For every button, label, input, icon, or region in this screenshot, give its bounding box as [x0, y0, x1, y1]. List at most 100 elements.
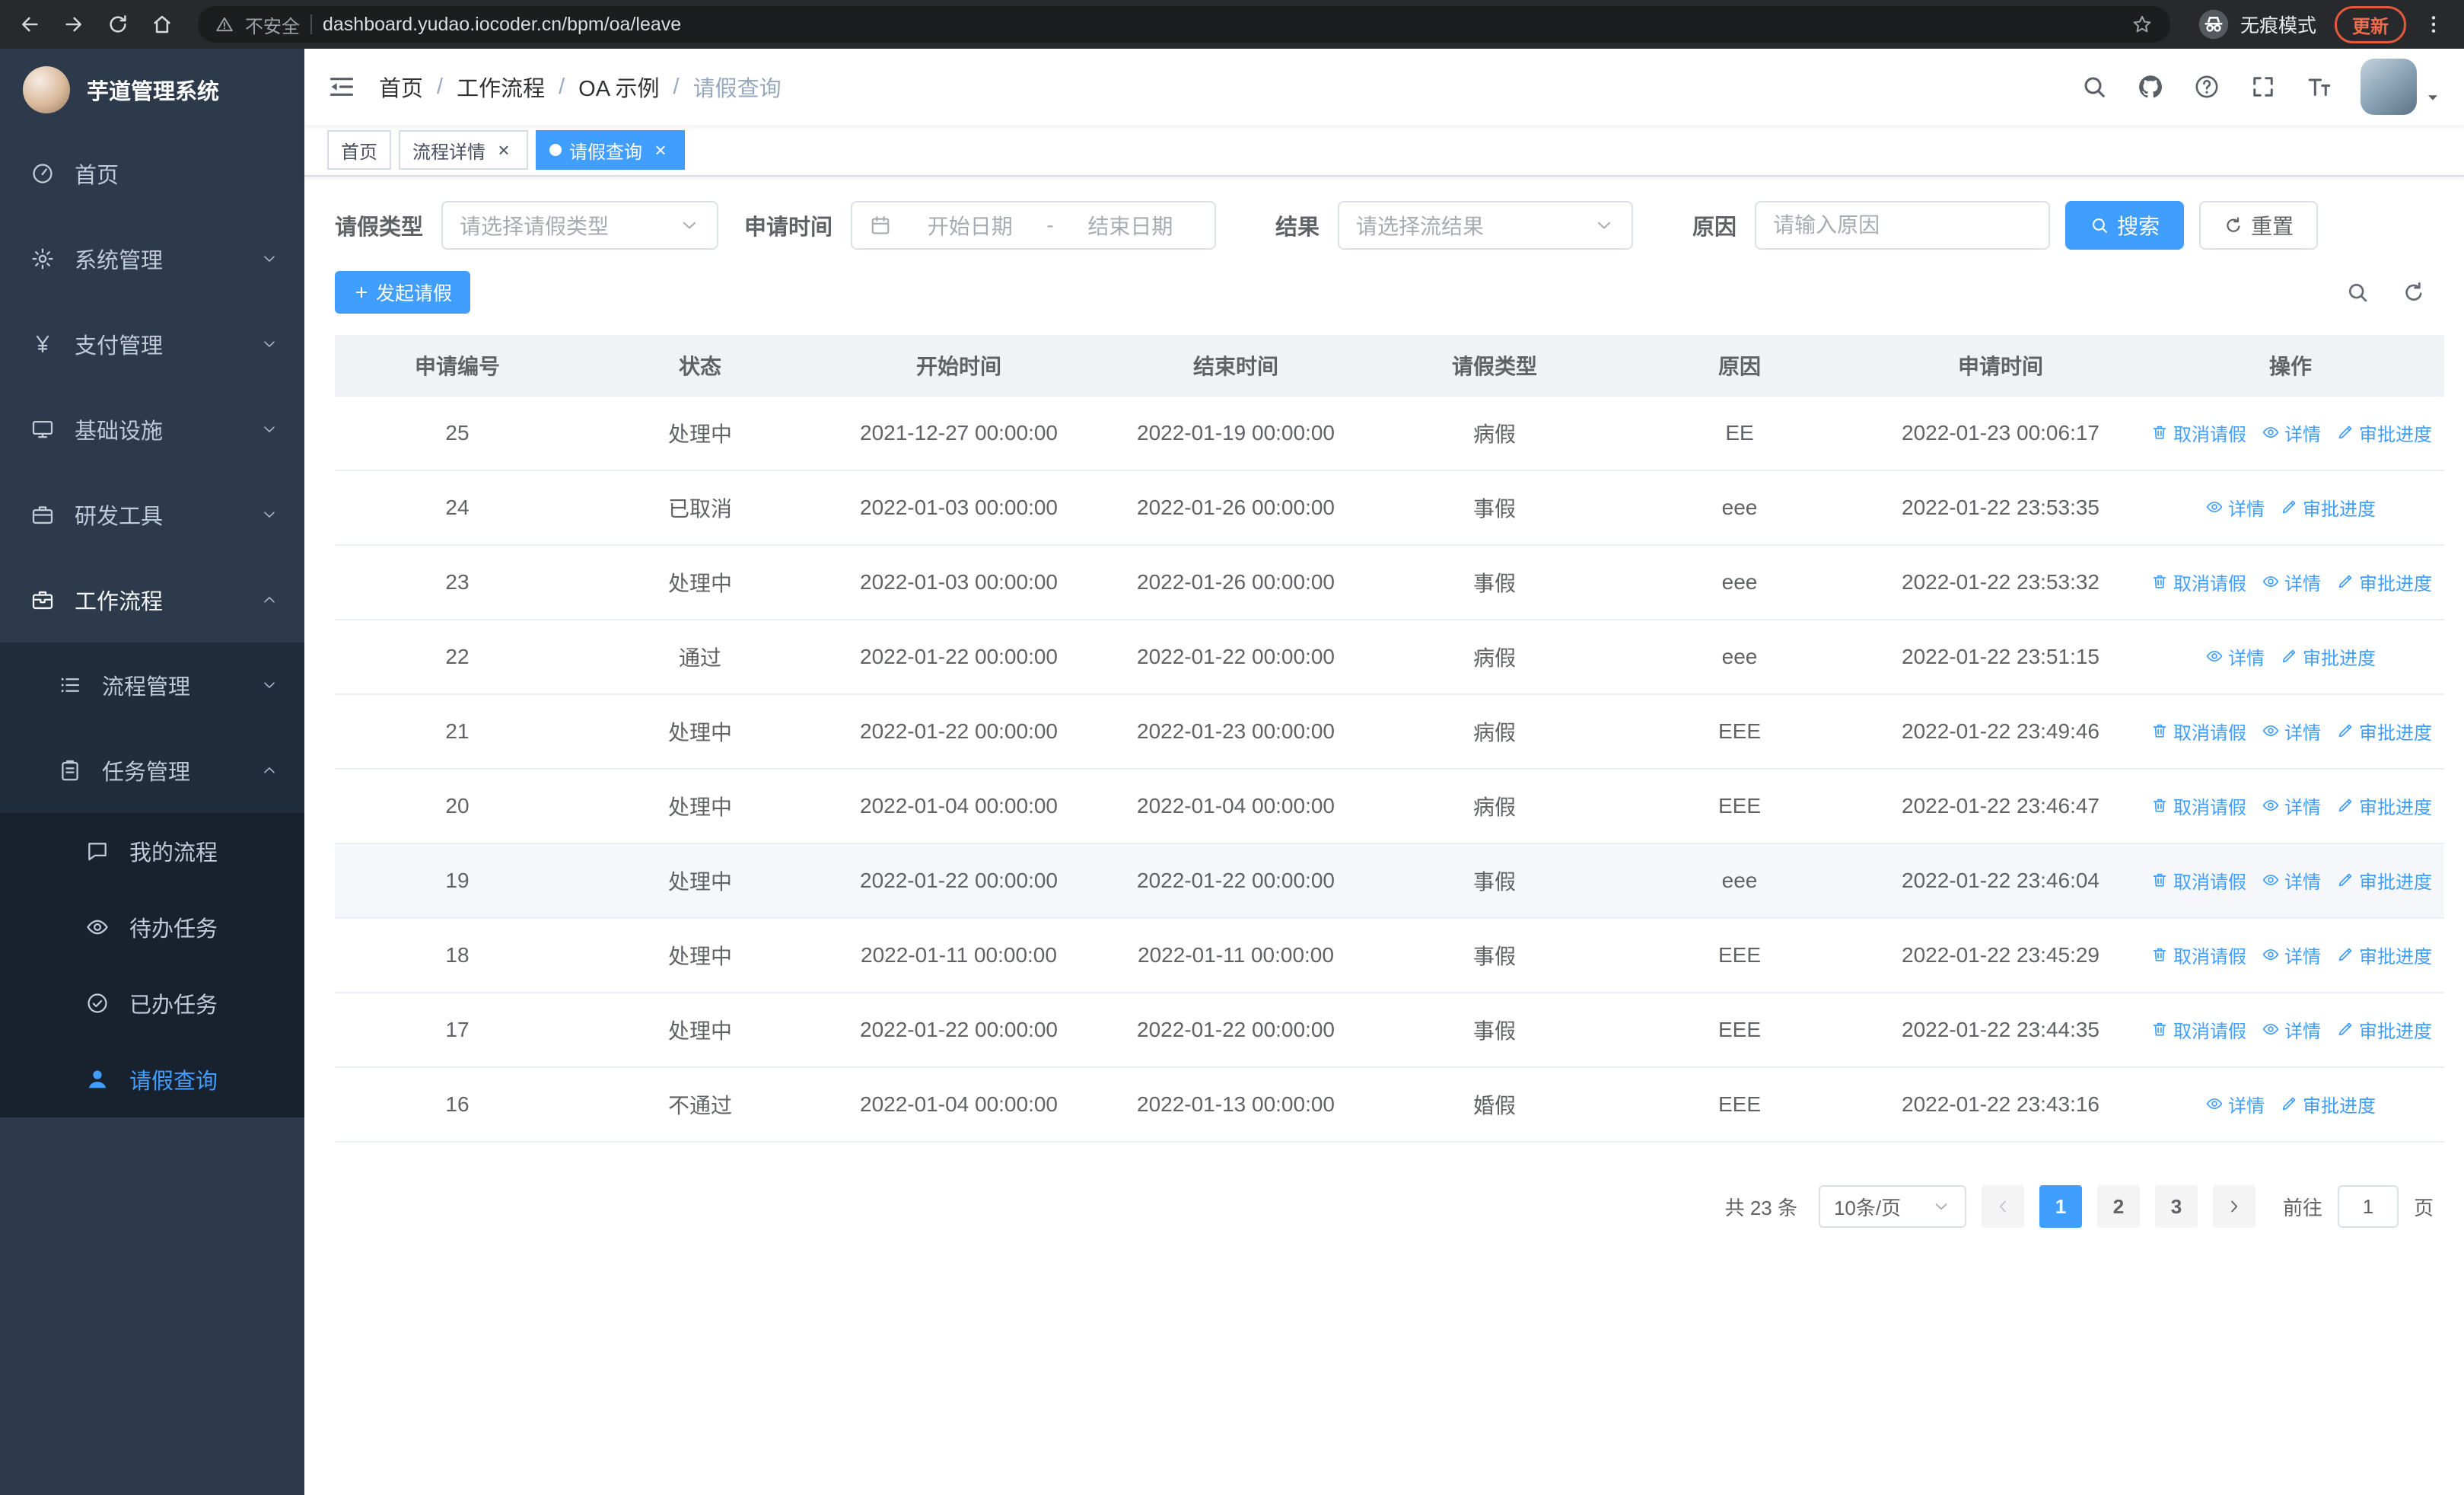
cancel-leave-link[interactable]: 取消请假 [2150, 718, 2246, 744]
search-icon[interactable] [2080, 73, 2108, 100]
approval-progress-link[interactable]: 审批进度 [2336, 569, 2432, 595]
sidebar-toggle-icon[interactable] [327, 72, 356, 101]
tab-process-detail[interactable]: 流程详情 × [399, 130, 528, 170]
sidebar-item-devtools[interactable]: 研发工具 [0, 472, 304, 557]
user-menu[interactable] [2361, 59, 2441, 115]
forward-icon[interactable] [53, 4, 94, 45]
search-button[interactable]: 搜索 [2065, 201, 2185, 250]
detail-link[interactable]: 详情 [2262, 419, 2321, 446]
fullscreen-icon[interactable] [2249, 73, 2277, 100]
detail-link[interactable]: 详情 [2262, 1016, 2321, 1043]
sidebar-item-infrastructure[interactable]: 基础设施 [0, 387, 304, 472]
prev-page-button[interactable] [1981, 1185, 2024, 1228]
sidebar-item-todo-tasks[interactable]: 待办任务 [0, 889, 304, 965]
gear-icon [30, 247, 55, 271]
sidebar-item-done-tasks[interactable]: 已办任务 [0, 965, 304, 1041]
tab-close-icon[interactable]: × [493, 139, 514, 161]
incognito-icon [2198, 8, 2230, 40]
column-header: 结束时间 [1097, 335, 1374, 397]
cell-actions: 取消请假 详情 审批进度 [2137, 545, 2444, 620]
approval-progress-link[interactable]: 审批进度 [2280, 643, 2376, 670]
tab-home[interactable]: 首页 [327, 130, 391, 170]
detail-link[interactable]: 详情 [2262, 867, 2321, 894]
bookmark-star-icon[interactable] [2131, 13, 2154, 36]
cancel-leave-link[interactable]: 取消请假 [2150, 792, 2246, 819]
cancel-leave-link[interactable]: 取消请假 [2150, 419, 2246, 446]
menu-item-label: 已办任务 [129, 993, 218, 1018]
page-button-3[interactable]: 3 [2154, 1185, 2198, 1228]
logo[interactable]: 芋道管理系统 [0, 49, 304, 131]
approval-progress-link[interactable]: 审批进度 [2336, 1016, 2432, 1043]
approval-progress-link[interactable]: 审批进度 [2336, 942, 2432, 968]
cancel-leave-link-label: 取消请假 [2173, 573, 2246, 594]
detail-link[interactable]: 详情 [2205, 643, 2265, 670]
leave-type-select[interactable]: 请选择请假类型 [441, 201, 719, 250]
next-page-button[interactable] [2212, 1185, 2255, 1228]
approval-progress-link[interactable]: 审批进度 [2336, 792, 2432, 819]
cell-apply-id: 19 [335, 843, 580, 919]
reset-button[interactable]: 重置 [2199, 201, 2319, 250]
cell-apply-time: 2022-01-22 23:46:04 [1864, 843, 2137, 919]
approval-progress-link[interactable]: 审批进度 [2336, 867, 2432, 894]
cancel-leave-link[interactable]: 取消请假 [2150, 942, 2246, 968]
apply-time-range-picker[interactable]: 开始日期 - 结束日期 [851, 201, 1217, 250]
cancel-leave-link-label: 取消请假 [2173, 1021, 2246, 1042]
cancel-leave-link-label: 取消请假 [2173, 722, 2246, 744]
create-leave-button[interactable]: 发起请假 [335, 271, 471, 314]
home-icon[interactable] [142, 4, 183, 45]
sidebar-item-payment[interactable]: 支付管理 [0, 301, 304, 387]
help-icon[interactable] [2193, 73, 2220, 100]
cancel-leave-link[interactable]: 取消请假 [2150, 867, 2246, 894]
sidebar-item-home[interactable]: 首页 [0, 131, 304, 216]
eye-icon [2262, 945, 2280, 964]
breadcrumb-item[interactable]: OA 示例 [578, 71, 659, 103]
refresh-table-icon[interactable] [2402, 280, 2426, 304]
cancel-leave-link[interactable]: 取消请假 [2150, 569, 2246, 595]
detail-link[interactable]: 详情 [2262, 942, 2321, 968]
approval-progress-link[interactable]: 审批进度 [2280, 1091, 2376, 1117]
detail-link[interactable]: 详情 [2262, 718, 2321, 744]
sidebar-item-system[interactable]: 系统管理 [0, 216, 304, 301]
approval-progress-link[interactable]: 审批进度 [2336, 718, 2432, 744]
update-button[interactable]: 更新 [2335, 5, 2406, 43]
page-size-select[interactable]: 10条/页 [1818, 1185, 1966, 1228]
browser-menu-icon[interactable] [2421, 12, 2446, 37]
detail-link[interactable]: 详情 [2262, 569, 2321, 595]
sidebar-item-workflow[interactable]: 工作流程 [0, 557, 304, 642]
trash-icon [2150, 423, 2169, 441]
detail-link[interactable]: 详情 [2205, 1091, 2265, 1117]
chevron-down-icon [260, 505, 279, 524]
approval-progress-link[interactable]: 审批进度 [2336, 419, 2432, 446]
search-toggle-icon[interactable] [2345, 280, 2370, 304]
page-button-2[interactable]: 2 [2096, 1185, 2140, 1228]
tab-close-icon[interactable]: × [650, 139, 671, 161]
breadcrumb-item[interactable]: 首页 [379, 71, 423, 103]
security-label[interactable]: 不安全 [245, 11, 300, 38]
approval-progress-link-label: 审批进度 [2359, 1021, 2432, 1042]
eye-icon [2262, 871, 2280, 889]
sidebar-item-leave-query[interactable]: 请假查询 [0, 1041, 304, 1117]
incognito-badge: 无痕模式 [2198, 8, 2316, 40]
sidebar-item-my-process[interactable]: 我的流程 [0, 813, 304, 889]
detail-link[interactable]: 详情 [2205, 494, 2265, 521]
result-select[interactable]: 请选择流结果 [1338, 201, 1634, 250]
page-button-1[interactable]: 1 [2039, 1185, 2082, 1228]
sidebar-item-task-management[interactable]: 任务管理 [0, 728, 304, 813]
sidebar-item-process-management[interactable]: 流程管理 [0, 642, 304, 728]
detail-link[interactable]: 详情 [2262, 792, 2321, 819]
column-header: 原因 [1615, 335, 1864, 397]
cell-end-time: 2022-01-22 00:00:00 [1097, 620, 1374, 695]
cell-start-time: 2022-01-03 00:00:00 [820, 545, 1097, 620]
github-icon[interactable] [2137, 73, 2164, 100]
font-size-icon[interactable] [2306, 73, 2333, 100]
cancel-leave-link[interactable]: 取消请假 [2150, 1016, 2246, 1043]
back-icon[interactable] [9, 4, 50, 45]
reload-icon[interactable] [97, 4, 138, 45]
goto-page-input[interactable] [2337, 1185, 2399, 1228]
reason-input[interactable] [1756, 202, 2049, 248]
tab-leave-query[interactable]: 请假查询 × [536, 130, 685, 170]
address-bar[interactable]: 不安全 dashboard.yudao.iocoder.cn/bpm/oa/le… [198, 6, 2170, 43]
approval-progress-link[interactable]: 审批进度 [2280, 494, 2376, 521]
cell-start-time: 2022-01-03 00:00:00 [820, 470, 1097, 546]
breadcrumb-item[interactable]: 工作流程 [457, 71, 545, 103]
